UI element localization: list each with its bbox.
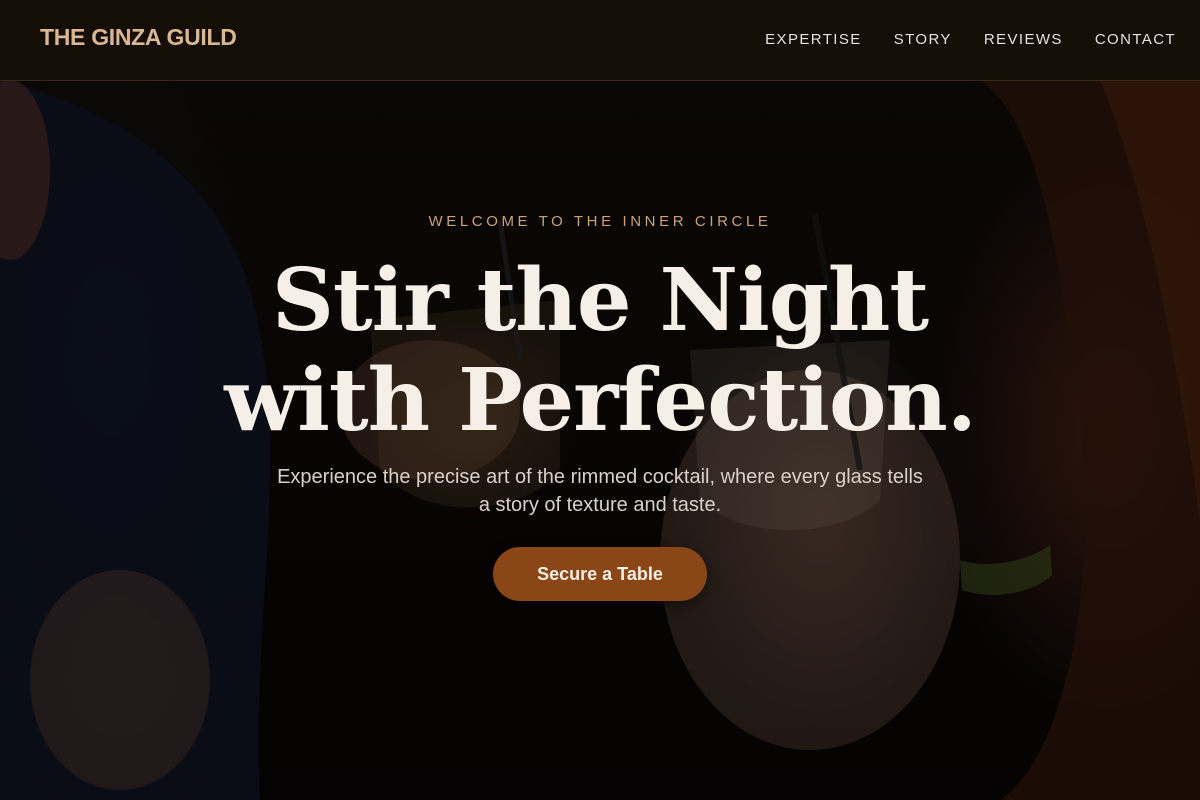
hero-section: WELCOME TO THE INNER CIRCLE Stir the Nig… (0, 81, 1200, 800)
nav-link-expertise[interactable]: EXPERTISE (765, 31, 862, 48)
nav-link-contact[interactable]: CONTACT (1095, 31, 1176, 48)
hero-headline-line-2: with Perfection. (224, 350, 977, 451)
main-navigation: EXPERTISE STORY REVIEWS CONTACT (765, 31, 1176, 48)
nav-link-reviews[interactable]: REVIEWS (984, 31, 1063, 48)
hero-headline: Stir the Night with Perfection. (0, 251, 1200, 451)
hero-eyebrow: WELCOME TO THE INNER CIRCLE (428, 213, 772, 230)
brand-logo-link[interactable]: THE GINZA GUILD (40, 24, 237, 51)
hero-description: Experience the precise art of the rimmed… (277, 466, 923, 516)
site-header: THE GINZA GUILD EXPERTISE STORY REVIEWS … (0, 0, 1200, 81)
hero-headline-line-1: Stir the Night (271, 250, 929, 351)
secure-table-button[interactable]: Secure a Table (493, 547, 707, 601)
nav-link-story[interactable]: STORY (894, 31, 952, 48)
